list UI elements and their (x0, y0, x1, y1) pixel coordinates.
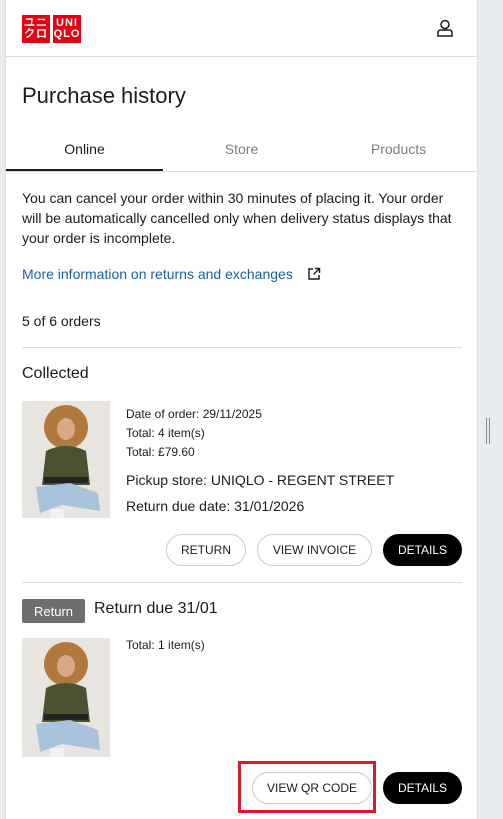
product-image (22, 401, 110, 518)
details-button[interactable]: DETAILS (383, 534, 462, 566)
divider (22, 582, 462, 583)
details-button[interactable]: DETAILS (383, 772, 462, 804)
order-meta: Total: 1 item(s) (126, 636, 205, 655)
tab-store[interactable]: Store (163, 128, 320, 171)
account-icon[interactable] (435, 18, 455, 38)
return-due-date: Return due date: 31/01/2026 (126, 498, 305, 514)
returns-info-link[interactable]: More information on returns and exchange… (22, 266, 321, 282)
return-button[interactable]: RETURN (166, 534, 246, 566)
order-total-price: Total: £79.60 (126, 445, 195, 459)
status-badge: Return (22, 599, 85, 623)
order-total-items: Total: 1 item(s) (126, 638, 205, 652)
tab-products[interactable]: Products (320, 128, 477, 171)
cancel-info-text: You can cancel your order within 30 minu… (22, 190, 452, 246)
tab-online[interactable]: Online (6, 128, 163, 171)
highlight-box (238, 761, 376, 813)
resize-handle[interactable] (486, 418, 491, 444)
order-meta: Date of order: 29/11/2025 Total: 4 item(… (126, 405, 262, 462)
order-count: 5 of 6 orders (22, 313, 101, 329)
product-thumbnail[interactable] (22, 638, 110, 757)
returns-info-link-label[interactable]: More information on returns and exchange… (22, 266, 293, 282)
purchase-history-page: ユニ クロ UNI QLO Purchase history Online St… (5, 0, 478, 819)
order-total-items: Total: 4 item(s) (126, 426, 205, 440)
divider (22, 347, 462, 348)
order-status: Collected (22, 365, 89, 382)
external-link-icon (308, 267, 321, 280)
purchase-tabs: Online Store Products (6, 128, 477, 172)
order-status: Return due 31/01 (94, 600, 218, 617)
uniqlo-logo[interactable]: ユニ クロ UNI QLO (22, 15, 81, 43)
product-image (22, 638, 110, 757)
site-header: ユニ クロ UNI QLO (6, 0, 477, 57)
pickup-store: Pickup store: UNIQLO - REGENT STREET (126, 472, 395, 488)
product-thumbnail[interactable] (22, 401, 110, 518)
order-date: Date of order: 29/11/2025 (126, 407, 262, 421)
page-title: Purchase history (22, 83, 186, 108)
view-invoice-button[interactable]: VIEW INVOICE (257, 534, 372, 566)
